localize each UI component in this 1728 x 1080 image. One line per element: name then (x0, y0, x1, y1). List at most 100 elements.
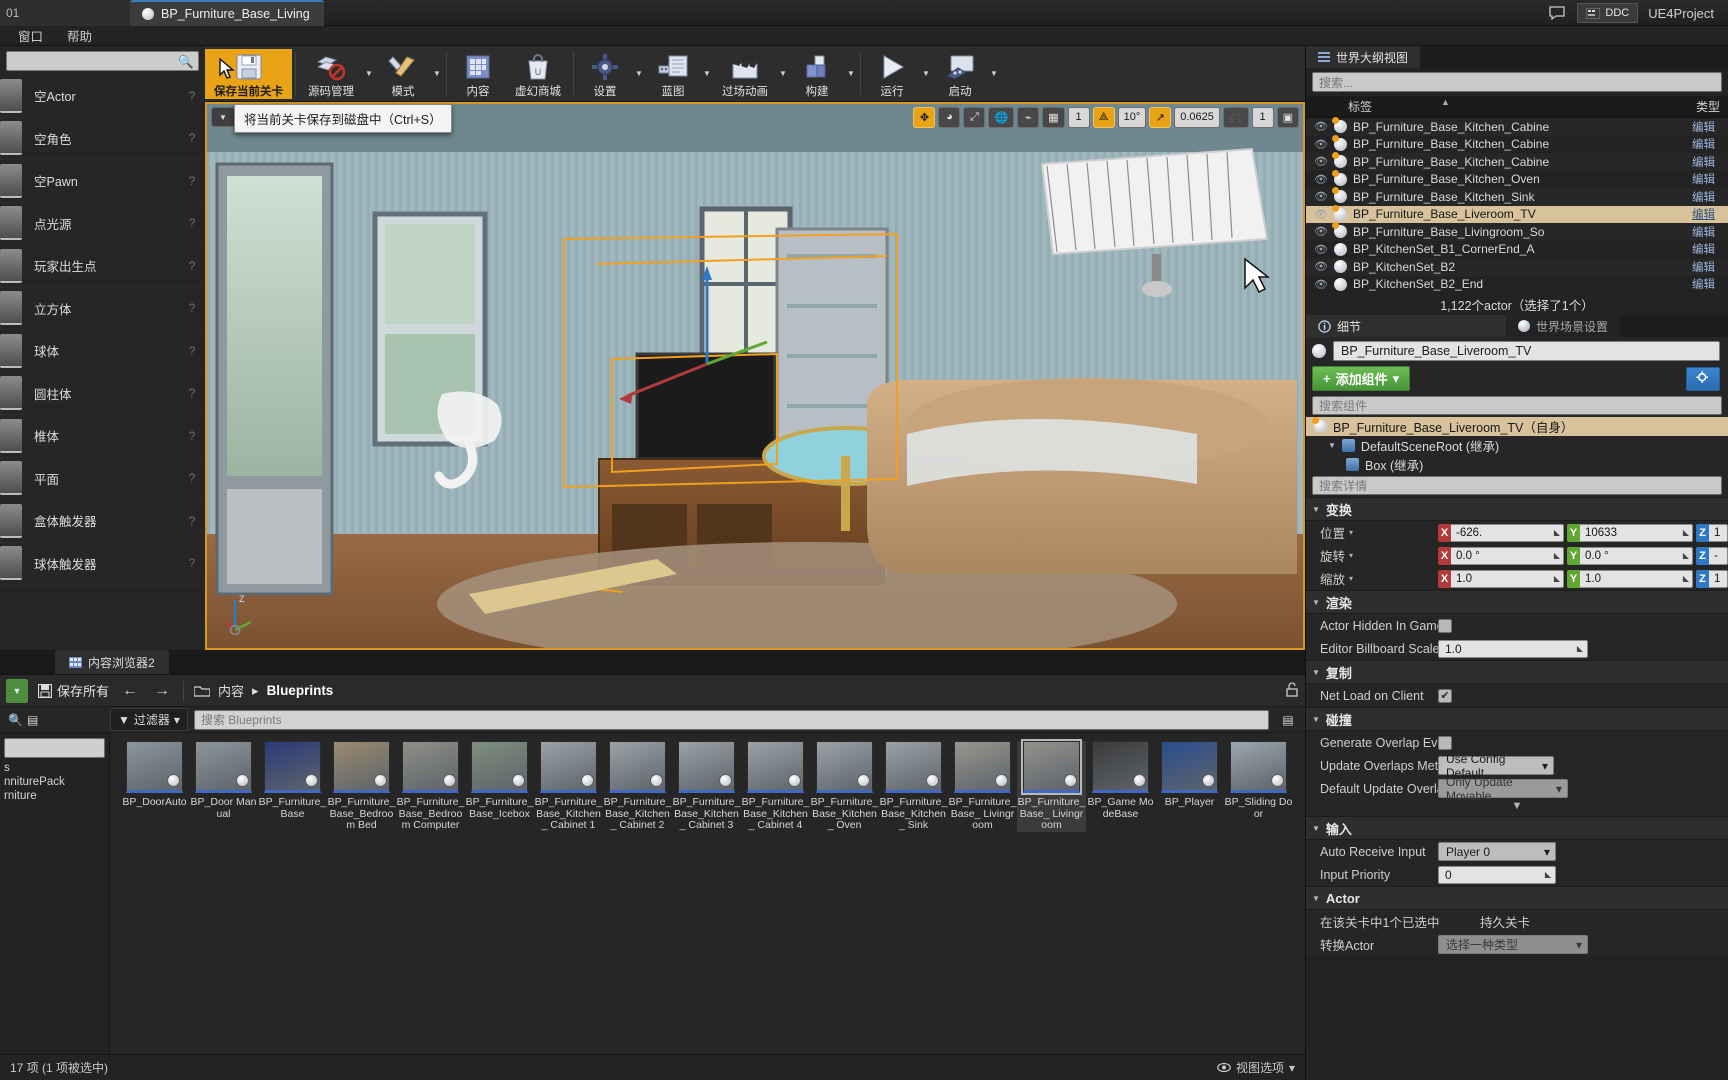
sources-search[interactable] (4, 738, 105, 758)
place-actor-item-8[interactable]: 椎体? (0, 415, 205, 458)
vector-x-input[interactable]: 0.0 ° ◣ (1451, 546, 1564, 565)
expand-triangle-icon[interactable]: ▼ (1328, 441, 1336, 450)
asset-search-input[interactable]: 搜索 Blueprints (193, 709, 1269, 730)
toolbar-button-source-control[interactable]: 源码管理 (299, 49, 363, 99)
help-icon[interactable]: ? (179, 301, 205, 315)
chevron-down-icon[interactable]: ▼ (431, 69, 443, 78)
outliner-row[interactable]: 👁 BP_Furniture_Base_Liveroom_TV 编辑 (1306, 204, 1728, 223)
sources-tree-item-1[interactable]: nniturePack (0, 775, 109, 789)
outliner-row[interactable]: 👁 BP_Furniture_Base_Kitchen_Oven 编辑 (1306, 169, 1728, 189)
expand-advanced-button[interactable]: ▼ (1306, 800, 1728, 816)
vector-x-field[interactable]: X -626. ◣ (1438, 523, 1564, 542)
vector-z-field[interactable]: Z1 (1696, 569, 1728, 588)
vector-y-field[interactable]: Y 1.0 ◣ (1567, 569, 1693, 588)
place-actor-item-1[interactable]: 空角色? (0, 118, 205, 160)
section-input[interactable]: ▼ 输入 (1306, 816, 1728, 840)
outliner-row-type[interactable]: 编辑 (1692, 171, 1728, 187)
viewport-grid-snap[interactable]: ▦ (1042, 106, 1065, 128)
eye-icon[interactable]: 👁 (1314, 120, 1328, 133)
asset-item[interactable]: BP_Furniture_ Base (258, 741, 327, 832)
eye-icon[interactable]: 👁 (1314, 225, 1328, 238)
save-all-button[interactable]: 保存所有 (38, 681, 109, 700)
chevron-down-icon[interactable]: ▼ (988, 69, 1000, 78)
viewport-world-space-toggle[interactable]: 🌐 (988, 106, 1015, 128)
viewport-grid-size-value[interactable]: 1 (1067, 106, 1090, 128)
toolbar-button-settings[interactable]: 设置 (577, 49, 633, 99)
asset-item[interactable]: BP_Door Manual (189, 741, 258, 832)
component-row[interactable]: Box (继承) (1306, 455, 1728, 474)
sources-tree-item-2[interactable]: rniture (0, 789, 109, 803)
back-icon[interactable]: ← (119, 682, 141, 700)
asset-item[interactable]: BP_Furniture_ Base_Kitchen_ Cabinet 1 (534, 741, 603, 832)
eye-icon[interactable]: 👁 (1314, 155, 1328, 168)
viewport-scale-tool[interactable]: ⤢ (963, 106, 986, 128)
chevron-down-icon[interactable]: ▾ (1349, 551, 1353, 560)
outliner-row[interactable]: 👁 BP_Furniture_Base_Kitchen_Cabine 编辑 (1306, 134, 1728, 154)
toolbar-button-cinematics[interactable]: 过场动画 (713, 49, 777, 99)
tab-world-settings[interactable]: 世界场景设置 (1506, 315, 1621, 337)
toolbar-button-modes[interactable]: 模式 (375, 49, 431, 99)
component-row[interactable]: BP_Furniture_Base_Liveroom_TV（自身） (1306, 417, 1728, 436)
asset-item[interactable]: BP_Furniture_ Base_Kitchen_ Sink (879, 741, 948, 832)
feedback-icon[interactable] (1537, 0, 1577, 26)
viewport-camera-speed-value[interactable]: 1 (1251, 106, 1274, 128)
component-row[interactable]: ▼ DefaultSceneRoot (继承) (1306, 436, 1728, 455)
viewport-surface-snap[interactable]: ⌁ (1017, 106, 1040, 128)
vector-z-input[interactable]: - (1709, 546, 1728, 565)
input-priority-input[interactable]: 0 ◣ (1438, 865, 1556, 884)
menu-item-window[interactable]: 窗口 (6, 26, 55, 45)
menu-item-help[interactable]: 帮助 (55, 26, 104, 45)
vector-z-input[interactable]: 1 (1709, 523, 1728, 542)
viewport-move-tool[interactable]: ✥ (913, 106, 936, 128)
details-search-input[interactable]: 搜索详情 (1312, 476, 1722, 495)
asset-item[interactable]: BP_Furniture_ Base_ Livingroom (1017, 739, 1086, 832)
add-component-button[interactable]: + 添加组件 ▾ (1312, 366, 1411, 391)
help-icon[interactable]: ? (179, 386, 205, 400)
outliner-row[interactable]: 👁 BP_Furniture_Base_Kitchen_Cabine 编辑 (1306, 117, 1728, 136)
lock-icon[interactable] (1285, 681, 1299, 700)
asset-item[interactable]: BP_Furniture_ Base_Bedroom Computer (396, 741, 465, 832)
actor-name-input[interactable]: BP_Furniture_Base_Liveroom_TV (1333, 341, 1720, 361)
outliner-search-input[interactable]: 搜索... (1312, 72, 1722, 92)
viewport-angle-value[interactable]: 10° (1117, 106, 1147, 128)
help-icon[interactable]: ? (179, 344, 205, 358)
outliner-row-type[interactable]: 编辑 (1692, 189, 1728, 205)
viewport-rotate-tool[interactable]: ◕ (938, 106, 961, 128)
sources-panel-icon[interactable]: ▤ (27, 713, 38, 727)
place-actor-item-0[interactable]: 空Actor? (0, 75, 205, 118)
place-actors-search[interactable]: 🔍 (6, 51, 199, 71)
place-actor-item-10[interactable]: 盒体触发器? (0, 500, 205, 543)
eye-icon[interactable]: 👁 (1314, 278, 1328, 291)
help-icon[interactable]: ? (179, 89, 205, 103)
breadcrumb-content[interactable]: 内容 (218, 681, 244, 700)
help-icon[interactable]: ? (179, 259, 205, 273)
help-icon[interactable]: ? (179, 471, 205, 485)
asset-item[interactable]: BP_Furniture_ Base_Icebox (465, 741, 534, 832)
outliner-col-label[interactable]: 标签 (1306, 98, 1398, 115)
section-rendering[interactable]: ▼ 渲染 (1306, 590, 1728, 614)
vector-y-field[interactable]: Y 0.0 ° ◣ (1567, 546, 1693, 565)
chevron-down-icon[interactable]: ▾ (1349, 528, 1353, 537)
add-new-button[interactable]: ▼ (6, 678, 28, 703)
default-update-dropdown[interactable]: Only Update Movable ▾ (1438, 775, 1568, 803)
toolbar-button-play[interactable]: 运行 (864, 49, 920, 99)
update-overlaps-dropdown[interactable]: Use Config Default ▾ (1438, 752, 1554, 780)
help-icon[interactable]: ? (179, 429, 205, 443)
outliner-row-type[interactable]: 编辑 (1692, 206, 1728, 222)
vector-y-field[interactable]: Y 10633 ◣ (1567, 523, 1693, 542)
blueprint-edit-button[interactable] (1686, 366, 1720, 391)
billboard-scale-input[interactable]: 1.0 ◣ (1438, 639, 1588, 658)
eye-icon[interactable]: 👁 (1314, 173, 1328, 186)
tab-world-outliner[interactable]: 世界大纲视图 (1306, 46, 1421, 68)
place-actor-item-7[interactable]: 圆柱体? (0, 373, 205, 415)
asset-item[interactable]: BP_Sliding Door (1224, 741, 1293, 832)
auto-receive-dropdown[interactable]: Player 0 ▾ (1438, 842, 1556, 861)
viewport-scale-snap[interactable]: ↗ (1149, 106, 1172, 128)
eye-icon[interactable]: 👁 (1314, 208, 1328, 221)
vector-y-input[interactable]: 1.0 ◣ (1580, 569, 1693, 588)
vector-x-input[interactable]: -626. ◣ (1451, 523, 1564, 542)
chevron-down-icon[interactable]: ▼ (920, 69, 932, 78)
chevron-down-icon[interactable]: ▼ (633, 69, 645, 78)
outliner-col-type[interactable]: 类型 (1696, 98, 1720, 115)
vector-x-field[interactable]: X 0.0 ° ◣ (1438, 546, 1564, 565)
